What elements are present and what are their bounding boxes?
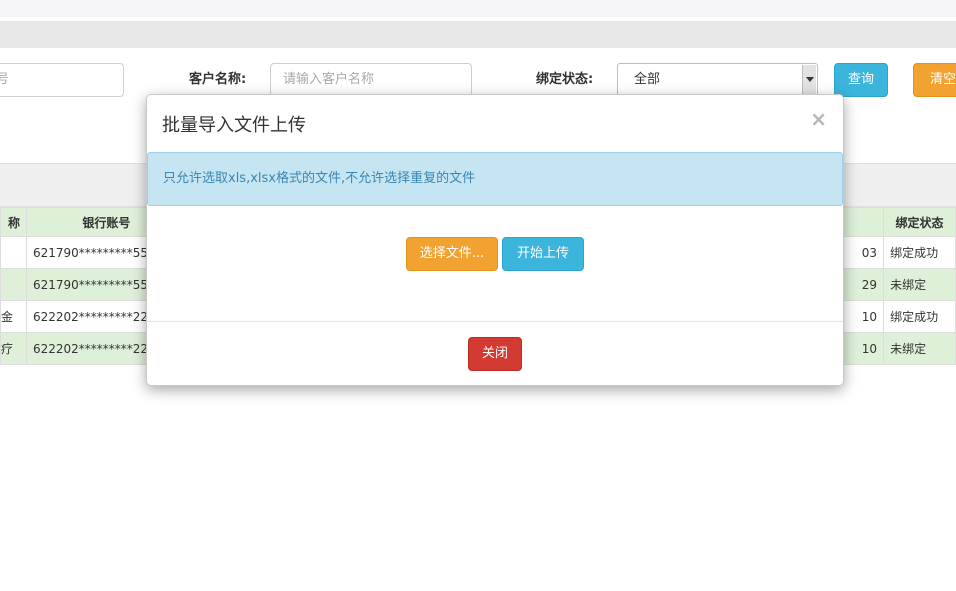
- query-button[interactable]: 查询: [834, 63, 888, 97]
- header-bind-status: 绑定状态: [883, 207, 956, 237]
- close-button[interactable]: 关闭: [468, 337, 522, 371]
- bind-status-select[interactable]: 全部: [617, 63, 818, 97]
- cell-status: 绑定成功: [883, 300, 956, 333]
- customer-name-input[interactable]: 请输入客户名称: [270, 63, 472, 97]
- cell-status: 未绑定: [883, 268, 956, 301]
- customer-name-label: 客户名称:: [189, 72, 247, 87]
- modal-title: 批量导入文件上传: [162, 115, 306, 136]
- upload-modal: 批量导入文件上传 × 只允许选取xls,xlsx格式的文件,不允许选择重复的文件…: [146, 94, 844, 386]
- bind-status-label: 绑定状态:: [536, 72, 594, 87]
- cell-name: 金: [0, 300, 27, 333]
- start-upload-button[interactable]: 开始上传: [502, 237, 584, 271]
- cell-status: 未绑定: [883, 332, 956, 365]
- close-icon[interactable]: ×: [810, 107, 827, 131]
- bind-status-value: 全部: [634, 72, 661, 87]
- cell-status: 绑定成功: [883, 236, 956, 269]
- modal-divider: [147, 321, 843, 322]
- breadcrumb-bar: [0, 21, 956, 48]
- header-name: 称: [0, 207, 27, 237]
- cell-name: [0, 268, 27, 301]
- cell-name: [0, 236, 27, 269]
- upload-notice: 只允许选取xls,xlsx格式的文件,不允许选择重复的文件: [147, 152, 843, 206]
- choose-file-button[interactable]: 选择文件...: [406, 237, 498, 271]
- account-input[interactable]: 户号: [0, 63, 124, 97]
- cell-name: 疗: [0, 332, 27, 365]
- chevron-down-icon[interactable]: [802, 65, 816, 95]
- clear-button[interactable]: 清空: [913, 63, 956, 97]
- account-placeholder: 户号: [0, 72, 9, 87]
- customer-name-placeholder: 请输入客户名称: [283, 72, 375, 87]
- top-strip: [0, 0, 956, 17]
